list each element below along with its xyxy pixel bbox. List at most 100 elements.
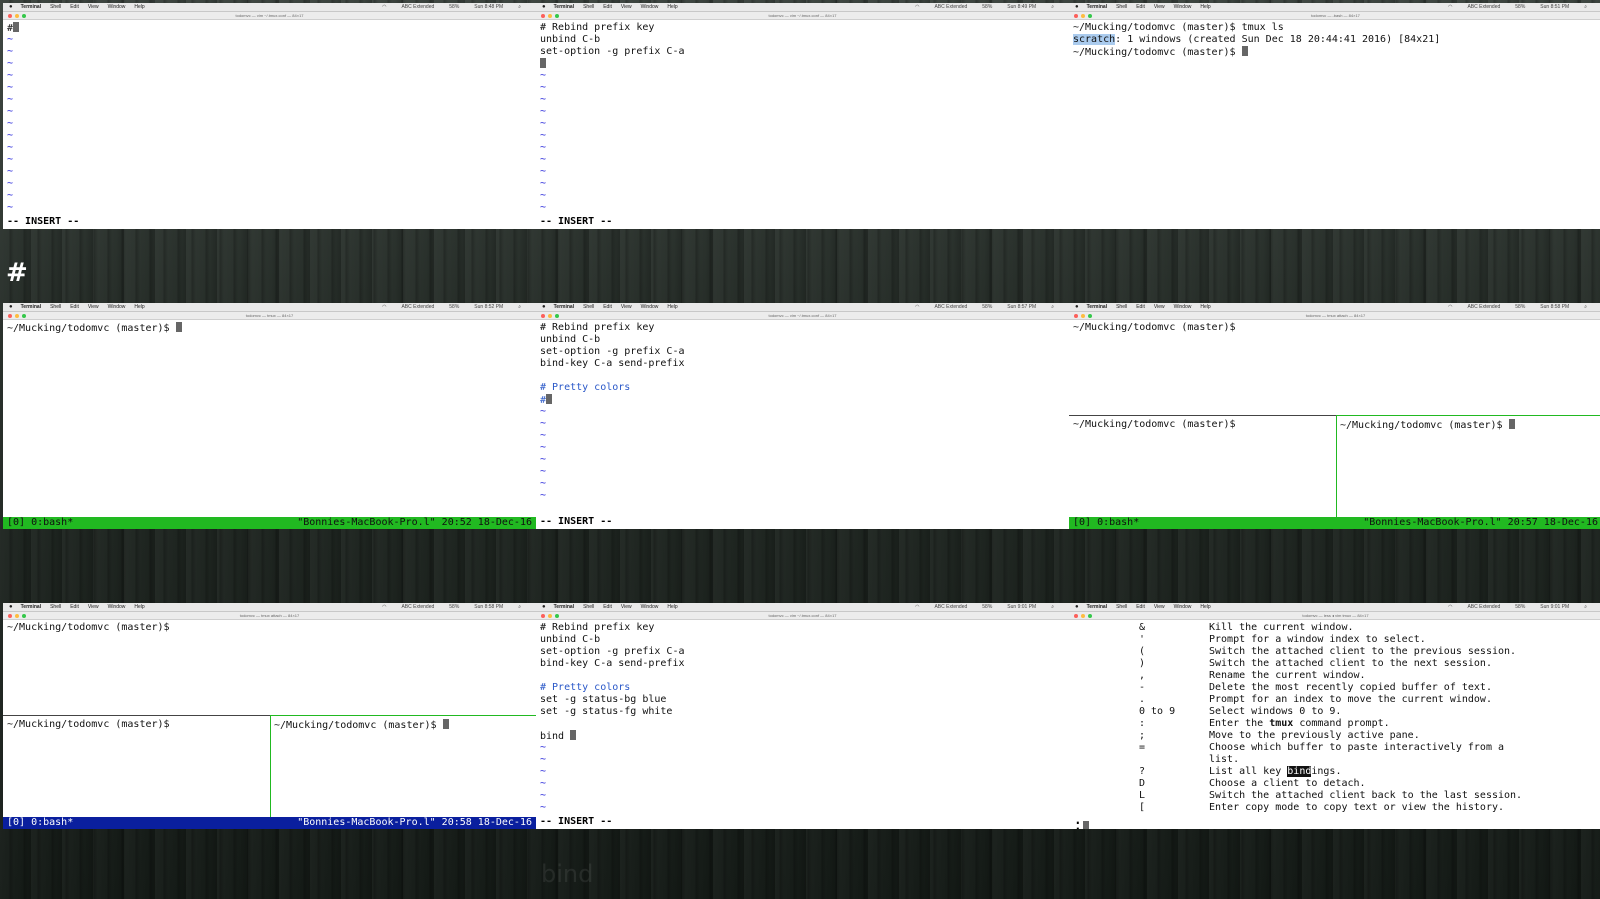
spotlight-search-icon[interactable]: ⌕ xyxy=(1051,304,1054,310)
input-source-label[interactable]: ABC Extended xyxy=(401,4,434,10)
window-title-bar[interactable]: todomvc — vim ~/.tmux.conf — 84×17 xyxy=(536,12,1069,20)
apple-menu-icon[interactable]: ● xyxy=(542,604,546,610)
menu-item-window[interactable]: Window xyxy=(1174,4,1192,10)
menu-clock[interactable]: Sun 8:52 PM xyxy=(474,304,503,310)
menu-item-shell[interactable]: Shell xyxy=(583,4,594,10)
terminal-window-6[interactable]: ● Terminal Shell Edit View Window Help ◠ ABC Ext… xyxy=(1069,303,1600,529)
close-button[interactable] xyxy=(8,13,12,18)
terminal-window-2[interactable]: ● Terminal Shell Edit View Window Help ◠ ABC Ext… xyxy=(536,3,1069,229)
terminal-content[interactable]: # Rebind prefix key unbind C-b set-option … xyxy=(536,320,1069,529)
close-button[interactable] xyxy=(1074,613,1078,618)
menu-app-name[interactable]: Terminal xyxy=(554,4,574,10)
zoom-button[interactable] xyxy=(1088,313,1092,318)
minimize-button[interactable] xyxy=(548,313,552,318)
zoom-button[interactable] xyxy=(1088,13,1092,18)
wifi-icon[interactable]: ◠ xyxy=(915,4,919,10)
menu-clock[interactable]: Sun 8:48 PM xyxy=(474,4,503,10)
menu-item-view[interactable]: View xyxy=(621,4,632,10)
menu-item-help[interactable]: Help xyxy=(134,604,144,610)
pane-border-vertical[interactable] xyxy=(1336,416,1337,517)
terminal-content[interactable]: ~/Mucking/todomvc (master)$ xyxy=(3,320,536,529)
close-button[interactable] xyxy=(541,313,545,318)
spotlight-search-icon[interactable]: ⌕ xyxy=(518,304,521,310)
wifi-icon[interactable]: ◠ xyxy=(1448,604,1452,610)
tmux-window-list[interactable]: [0] 0:bash* xyxy=(7,817,73,829)
close-button[interactable] xyxy=(541,13,545,18)
menu-item-view[interactable]: View xyxy=(88,304,99,310)
menu-item-help[interactable]: Help xyxy=(667,604,677,610)
menu-clock[interactable]: Sun 8:49 PM xyxy=(1007,4,1036,10)
wifi-icon[interactable]: ◠ xyxy=(1448,4,1452,10)
spotlight-search-icon[interactable]: ⌕ xyxy=(1584,304,1587,310)
spotlight-search-icon[interactable]: ⌕ xyxy=(1051,4,1054,10)
menu-item-view[interactable]: View xyxy=(621,304,632,310)
menu-item-window[interactable]: Window xyxy=(108,604,126,610)
menu-item-help[interactable]: Help xyxy=(134,304,144,310)
minimize-button[interactable] xyxy=(1081,613,1085,618)
terminal-window-7[interactable]: ● Terminal Shell Edit View Window Help ◠ ABC Ext… xyxy=(3,603,536,829)
wifi-icon[interactable]: ◠ xyxy=(382,604,386,610)
spotlight-search-icon[interactable]: ⌕ xyxy=(1051,604,1054,610)
menu-item-help[interactable]: Help xyxy=(1200,304,1210,310)
tmux-pane-top[interactable]: ~/Mucking/todomvc (master)$ xyxy=(1069,320,1600,415)
zoom-button[interactable] xyxy=(555,13,559,18)
close-button[interactable] xyxy=(1074,313,1078,318)
minimize-button[interactable] xyxy=(15,13,19,18)
input-source-label[interactable]: ABC Extended xyxy=(934,304,967,310)
menu-app-name[interactable]: Terminal xyxy=(1087,304,1107,310)
terminal-window-3[interactable]: ● Terminal Shell Edit View Window Help ◠ ABC Ext… xyxy=(1069,3,1600,229)
menu-item-view[interactable]: View xyxy=(1154,604,1165,610)
apple-menu-icon[interactable]: ● xyxy=(9,304,13,310)
menu-item-edit[interactable]: Edit xyxy=(70,4,79,10)
zoom-button[interactable] xyxy=(22,613,26,618)
menu-item-window[interactable]: Window xyxy=(1174,304,1192,310)
apple-menu-icon[interactable]: ● xyxy=(9,4,13,10)
menu-item-view[interactable]: View xyxy=(1154,4,1165,10)
terminal-content[interactable]: # Rebind prefix key unbind C-b set-option … xyxy=(536,620,1069,829)
menu-app-name[interactable]: Terminal xyxy=(1087,4,1107,10)
window-title-bar[interactable]: todomvc — vim ~/.tmux.conf — 84×17 xyxy=(536,312,1069,320)
menu-item-shell[interactable]: Shell xyxy=(1116,4,1127,10)
menu-item-shell[interactable]: Shell xyxy=(50,304,61,310)
menu-item-window[interactable]: Window xyxy=(108,304,126,310)
minimize-button[interactable] xyxy=(548,613,552,618)
apple-menu-icon[interactable]: ● xyxy=(9,604,13,610)
terminal-content[interactable]: ~/Mucking/todomvc (master)$ ~/Mucking/to… xyxy=(1069,320,1600,529)
tmux-window-list[interactable]: [0] 0:bash* xyxy=(1073,517,1139,529)
menu-app-name[interactable]: Terminal xyxy=(21,4,41,10)
pane-border-horizontal[interactable] xyxy=(1069,415,1600,416)
window-title-bar[interactable]: todomvc — tmux attach — 84×17 xyxy=(3,612,536,620)
menu-item-edit[interactable]: Edit xyxy=(603,4,612,10)
menu-item-shell[interactable]: Shell xyxy=(583,604,594,610)
input-source-label[interactable]: ABC Extended xyxy=(401,304,434,310)
menu-item-window[interactable]: Window xyxy=(1174,604,1192,610)
menu-item-edit[interactable]: Edit xyxy=(603,604,612,610)
close-button[interactable] xyxy=(8,613,12,618)
menu-item-help[interactable]: Help xyxy=(667,4,677,10)
close-button[interactable] xyxy=(1074,13,1078,18)
menu-item-view[interactable]: View xyxy=(88,4,99,10)
window-title-bar[interactable]: todomvc — tmux — 84×17 xyxy=(3,312,536,320)
menu-item-edit[interactable]: Edit xyxy=(70,304,79,310)
menu-item-edit[interactable]: Edit xyxy=(1136,304,1145,310)
menu-item-edit[interactable]: Edit xyxy=(70,604,79,610)
terminal-window-1[interactable]: ● Terminal Shell Edit View Window Help ◠ ABC Ext… xyxy=(3,3,536,229)
menu-app-name[interactable]: Terminal xyxy=(1087,604,1107,610)
apple-menu-icon[interactable]: ● xyxy=(1075,604,1079,610)
minimize-button[interactable] xyxy=(15,313,19,318)
apple-menu-icon[interactable]: ● xyxy=(542,4,546,10)
terminal-window-4[interactable]: ● Terminal Shell Edit View Window Help ◠ ABC Ext… xyxy=(3,303,536,529)
zoom-button[interactable] xyxy=(22,13,26,18)
input-source-label[interactable]: ABC Extended xyxy=(1467,604,1500,610)
apple-menu-icon[interactable]: ● xyxy=(1075,304,1079,310)
menu-clock[interactable]: Sun 8:51 PM xyxy=(1540,4,1569,10)
menu-item-shell[interactable]: Shell xyxy=(1116,604,1127,610)
input-source-label[interactable]: ABC Extended xyxy=(1467,304,1500,310)
spotlight-search-icon[interactable]: ⌕ xyxy=(518,4,521,10)
spotlight-search-icon[interactable]: ⌕ xyxy=(1584,604,1587,610)
terminal-content[interactable]: ~/Mucking/todomvc (master)$ ~/Mucking/to… xyxy=(3,620,536,829)
spotlight-search-icon[interactable]: ⌕ xyxy=(1584,4,1587,10)
wifi-icon[interactable]: ◠ xyxy=(915,304,919,310)
window-title-bar[interactable]: todomvc — tmux attach — 84×17 xyxy=(1069,312,1600,320)
menu-clock[interactable]: Sun 8:58 PM xyxy=(1540,304,1569,310)
